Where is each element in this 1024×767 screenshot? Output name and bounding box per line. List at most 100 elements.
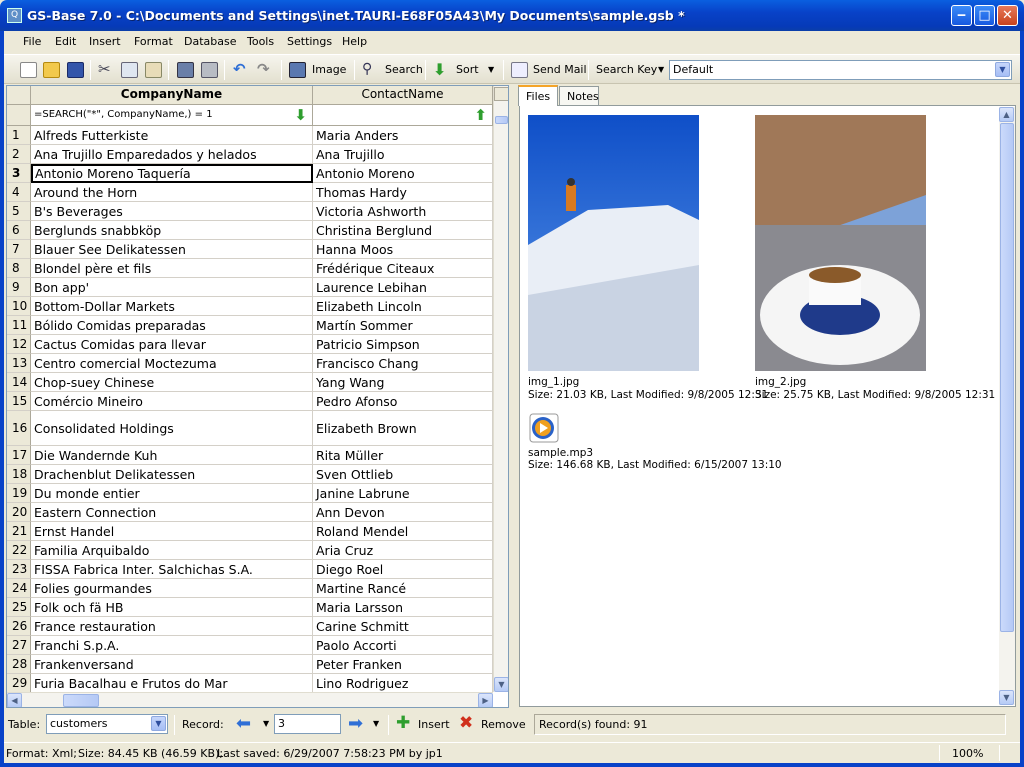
search-icon[interactable]: ⚲ <box>362 62 379 78</box>
table-row[interactable]: 9 Bon app' Laurence Lebihan <box>7 278 493 297</box>
cell-contactname[interactable]: Maria Anders <box>313 126 493 145</box>
sort-dropdown-icon[interactable]: ▼ <box>488 65 494 74</box>
row-number[interactable]: 12 <box>7 335 31 354</box>
table-row[interactable]: 14 Chop-suey Chinese Yang Wang <box>7 373 493 392</box>
image-icon[interactable] <box>289 62 306 78</box>
filter-cell-contactname[interactable]: ⬆ <box>313 105 493 126</box>
table-row[interactable]: 25 Folk och fä HB Maria Larsson <box>7 598 493 617</box>
cell-companyname[interactable]: Folies gourmandes <box>31 579 313 598</box>
cell-companyname[interactable]: Cactus Comidas para llevar <box>31 335 313 354</box>
cell-contactname[interactable]: Roland Mendel <box>313 522 493 541</box>
sort-button[interactable]: Sort <box>456 63 479 76</box>
grid-vertical-scrollbar[interactable]: ▼ <box>493 86 508 692</box>
plus-icon[interactable]: ✚ <box>396 713 410 733</box>
row-number[interactable]: 26 <box>7 617 31 636</box>
row-number[interactable]: 23 <box>7 560 31 579</box>
row-number[interactable]: 9 <box>7 278 31 297</box>
previous-record-icon[interactable]: ⬅ <box>236 713 251 734</box>
new-file-icon[interactable] <box>20 62 37 78</box>
remove-x-icon[interactable]: ✖ <box>459 713 473 733</box>
undo-icon[interactable]: ↶ <box>233 62 250 78</box>
cell-companyname[interactable]: Antonio Moreno Taquería <box>31 164 313 183</box>
cell-contactname[interactable]: Martín Sommer <box>313 316 493 335</box>
cell-companyname[interactable]: Franchi S.p.A. <box>31 636 313 655</box>
corner-header[interactable] <box>7 86 31 105</box>
cell-companyname[interactable]: Furia Bacalhau e Frutos do Mar <box>31 674 313 693</box>
cell-contactname[interactable]: Victoria Ashworth <box>313 202 493 221</box>
cell-contactname[interactable]: Ann Devon <box>313 503 493 522</box>
table-row[interactable]: 1 Alfreds Futterkiste Maria Anders <box>7 126 493 145</box>
table-row[interactable]: 19 Du monde entier Janine Labrune <box>7 484 493 503</box>
cell-contactname[interactable]: Diego Roel <box>313 560 493 579</box>
menu-format[interactable]: Format <box>134 35 173 48</box>
cell-contactname[interactable]: Patricio Simpson <box>313 335 493 354</box>
open-folder-icon[interactable] <box>43 62 60 78</box>
filter-down-arrow-icon[interactable]: ⬇ <box>294 105 307 125</box>
table-row[interactable]: 28 Frankenversand Peter Franken <box>7 655 493 674</box>
cell-contactname[interactable]: Rita Müller <box>313 446 493 465</box>
cell-companyname[interactable]: Bólido Comidas preparadas <box>31 316 313 335</box>
cell-companyname[interactable]: Centro comercial Moctezuma <box>31 354 313 373</box>
table-row[interactable]: 8 Blondel père et fils Frédérique Citeaux <box>7 259 493 278</box>
cell-companyname[interactable]: Ernst Handel <box>31 522 313 541</box>
cell-companyname[interactable]: France restauration <box>31 617 313 636</box>
cell-companyname[interactable]: Drachenblut Delikatessen <box>31 465 313 484</box>
cell-companyname[interactable]: Ana Trujillo Emparedados y helados <box>31 145 313 164</box>
scroll-down-icon[interactable]: ▼ <box>999 690 1014 705</box>
table-row[interactable]: 24 Folies gourmandes Martine Rancé <box>7 579 493 598</box>
table-row[interactable]: 12 Cactus Comidas para llevar Patricio Sim… <box>7 335 493 354</box>
row-number[interactable]: 17 <box>7 446 31 465</box>
table-select[interactable]: customers ▼ <box>46 714 168 734</box>
cell-contactname[interactable]: Paolo Accorti <box>313 636 493 655</box>
cell-contactname[interactable]: Elizabeth Brown <box>313 411 493 446</box>
row-number[interactable]: 7 <box>7 240 31 259</box>
table-row[interactable]: 7 Blauer See Delikatessen Hanna Moos <box>7 240 493 259</box>
table-row[interactable]: 10 Bottom-Dollar Markets Elizabeth Lincoln <box>7 297 493 316</box>
cell-contactname[interactable]: Lino Rodriguez <box>313 674 493 693</box>
mail-icon[interactable] <box>511 62 528 78</box>
table-row[interactable]: 18 Drachenblut Delikatessen Sven Ottlieb <box>7 465 493 484</box>
table-row[interactable]: 11 Bólido Comidas preparadas Martín Sommer <box>7 316 493 335</box>
search-button[interactable]: Search <box>385 63 423 76</box>
filter-cell-companyname[interactable]: =SEARCH("*", CompanyName,) = 1 ⬇ <box>31 105 313 126</box>
menu-help[interactable]: Help <box>342 35 367 48</box>
files-vscroll-thumb[interactable] <box>1000 123 1014 632</box>
cell-companyname[interactable]: Around the Horn <box>31 183 313 202</box>
row-number[interactable]: 6 <box>7 221 31 240</box>
row-number[interactable]: 2 <box>7 145 31 164</box>
cell-contactname[interactable]: Elizabeth Lincoln <box>313 297 493 316</box>
print-preview-icon[interactable] <box>177 62 194 78</box>
cell-contactname[interactable]: Francisco Chang <box>313 354 493 373</box>
cell-contactname[interactable]: Ana Trujillo <box>313 145 493 164</box>
cell-contactname[interactable]: Frédérique Citeaux <box>313 259 493 278</box>
column-header-contactname[interactable]: ContactName <box>313 86 493 105</box>
menu-settings[interactable]: Settings <box>287 35 332 48</box>
next-dropdown-icon[interactable]: ▼ <box>373 719 379 728</box>
record-number-input[interactable]: 3 <box>274 714 341 734</box>
table-row[interactable]: 2 Ana Trujillo Emparedados y helados Ana T… <box>7 145 493 164</box>
cell-contactname[interactable]: Aria Cruz <box>313 541 493 560</box>
cell-contactname[interactable]: Carine Schmitt <box>313 617 493 636</box>
cut-icon[interactable]: ✂ <box>98 62 115 78</box>
search-key-button[interactable]: Search Key <box>596 63 657 76</box>
cell-companyname[interactable]: Folk och fä HB <box>31 598 313 617</box>
next-record-icon[interactable]: ➡ <box>348 713 363 734</box>
cell-contactname[interactable]: Peter Franken <box>313 655 493 674</box>
sort-arrow-icon[interactable]: ⬇ <box>433 62 450 78</box>
menu-edit[interactable]: Edit <box>55 35 76 48</box>
scroll-right-icon[interactable]: ▶ <box>478 693 493 707</box>
copy-icon[interactable] <box>121 62 138 78</box>
cell-companyname[interactable]: Bottom-Dollar Markets <box>31 297 313 316</box>
cell-companyname[interactable]: Chop-suey Chinese <box>31 373 313 392</box>
table-row[interactable]: 23 FISSA Fabrica Inter. Salchichas S.A. Di… <box>7 560 493 579</box>
cell-companyname[interactable]: Blondel père et fils <box>31 259 313 278</box>
app-icon[interactable]: Q <box>7 8 22 23</box>
grid-horizontal-scrollbar[interactable]: ◀ ▶ <box>7 692 493 707</box>
redo-icon[interactable]: ↷ <box>257 62 274 78</box>
minimize-button[interactable]: ‒ <box>951 5 972 26</box>
cell-contactname[interactable]: Hanna Moos <box>313 240 493 259</box>
row-number[interactable]: 28 <box>7 655 31 674</box>
row-number[interactable]: 8 <box>7 259 31 278</box>
menu-tools[interactable]: Tools <box>247 35 274 48</box>
table-row[interactable]: 20 Eastern Connection Ann Devon <box>7 503 493 522</box>
